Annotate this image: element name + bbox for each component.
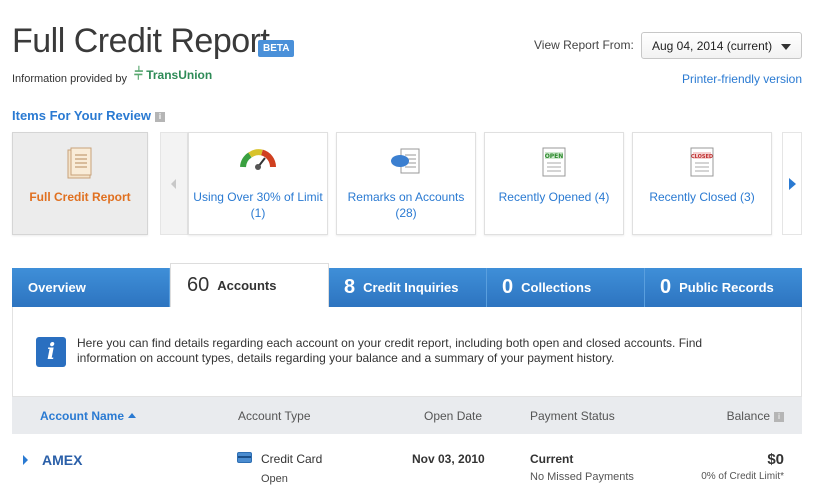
- closed-document-icon: CLOSED: [690, 147, 714, 180]
- comment-document-icon: [389, 147, 423, 178]
- balance-detail: 0% of Credit Limit*: [701, 471, 784, 482]
- tab-overview[interactable]: Overview: [12, 268, 170, 307]
- card-label: Full Credit Report: [29, 190, 131, 204]
- tab-count: 0: [660, 276, 672, 298]
- col-account-type[interactable]: Account Type: [238, 409, 311, 423]
- tab-collections[interactable]: 0 Collections: [487, 268, 645, 307]
- carousel-next-button[interactable]: [782, 132, 802, 235]
- tab-count: 60: [187, 274, 210, 296]
- sort-ascending-icon: [128, 413, 137, 418]
- tab-label: Public Records: [679, 280, 774, 295]
- card-recently-closed[interactable]: CLOSED Recently Closed (3): [632, 132, 772, 235]
- transunion-name: TransUnion: [146, 68, 213, 82]
- tab-accounts[interactable]: 60 Accounts: [170, 263, 329, 307]
- transunion-logo: ⫩ TransUnion: [134, 67, 212, 83]
- document-icon: [67, 147, 93, 182]
- table-row[interactable]: AMEX Credit Card Open Nov 03, 2010 Curre…: [12, 434, 802, 495]
- tab-credit-inquiries[interactable]: 8 Credit Inquiries: [329, 268, 487, 307]
- accounts-info-panel: i Here you can find details regarding ea…: [12, 307, 802, 397]
- account-name[interactable]: AMEX: [42, 452, 82, 468]
- tab-public-records[interactable]: 0 Public Records: [645, 268, 802, 307]
- balance-amount: $0: [767, 451, 784, 468]
- card-remarks[interactable]: Remarks on Accounts (28): [336, 132, 476, 235]
- col-account-name[interactable]: Account Name: [40, 409, 137, 423]
- svg-text:CLOSED: CLOSED: [691, 154, 713, 160]
- printer-friendly-link[interactable]: Printer-friendly version: [682, 72, 802, 86]
- review-title-text: Items For Your Review: [12, 108, 151, 123]
- review-carousel: Full Credit Report Using Over 30% of Lim…: [12, 132, 802, 235]
- col-open-date[interactable]: Open Date: [424, 409, 482, 423]
- account-status: Open: [261, 473, 288, 485]
- report-tabs: Overview 60 Accounts 8 Credit Inquiries …: [12, 263, 802, 307]
- tab-count: 8: [344, 276, 356, 298]
- info-icon[interactable]: i: [774, 412, 784, 422]
- col-label: Account Name: [40, 409, 125, 423]
- open-date: Nov 03, 2010: [412, 452, 485, 466]
- card-recently-opened[interactable]: OPEN Recently Opened (4): [484, 132, 624, 235]
- col-payment-status[interactable]: Payment Status: [530, 409, 615, 423]
- expand-row-icon[interactable]: [23, 455, 28, 465]
- info-icon[interactable]: i: [154, 112, 165, 122]
- tab-label: Collections: [521, 280, 592, 295]
- beta-badge: BETA: [258, 40, 295, 57]
- transunion-mark-icon: ⫩: [134, 66, 144, 83]
- page-title: Full Credit Report: [12, 22, 270, 60]
- card-over-limit[interactable]: Using Over 30% of Limit (1): [188, 132, 328, 235]
- tab-label: Accounts: [217, 278, 277, 293]
- card-label: Remarks on Accounts (28): [347, 190, 465, 220]
- info-description: Here you can find details regarding each…: [77, 336, 703, 365]
- gauge-icon: [240, 147, 277, 174]
- info-icon: i: [36, 337, 66, 367]
- svg-text:OPEN: OPEN: [545, 153, 564, 160]
- tab-count: 0: [502, 276, 514, 298]
- review-section-title: Items For Your Review i: [12, 108, 165, 123]
- report-date-select[interactable]: Aug 04, 2014 (current): [641, 32, 802, 59]
- payment-status: Current: [530, 452, 574, 466]
- accounts-table-header: Account Name Account Type Open Date Paym…: [12, 397, 802, 434]
- credit-card-icon: [237, 452, 252, 463]
- account-type: Credit Card: [261, 452, 323, 466]
- col-balance[interactable]: Balance i: [727, 409, 784, 423]
- payment-status-detail: No Missed Payments: [530, 471, 634, 483]
- card-full-credit-report[interactable]: Full Credit Report: [12, 132, 148, 235]
- card-label: Using Over 30% of Limit (1): [193, 190, 323, 220]
- tab-label: Credit Inquiries: [363, 280, 459, 295]
- card-label: Recently Closed (3): [649, 190, 755, 204]
- carousel-prev-button[interactable]: [160, 132, 188, 235]
- open-document-icon: OPEN: [542, 147, 566, 180]
- chevron-down-icon: [781, 44, 791, 50]
- col-label: Balance: [726, 409, 770, 423]
- view-report-label: View Report From:: [534, 38, 634, 52]
- tab-label: Overview: [28, 280, 86, 295]
- card-label: Recently Opened (4): [498, 190, 610, 204]
- report-date-value: Aug 04, 2014 (current): [652, 39, 773, 53]
- provider-label: Information provided by: [12, 73, 127, 85]
